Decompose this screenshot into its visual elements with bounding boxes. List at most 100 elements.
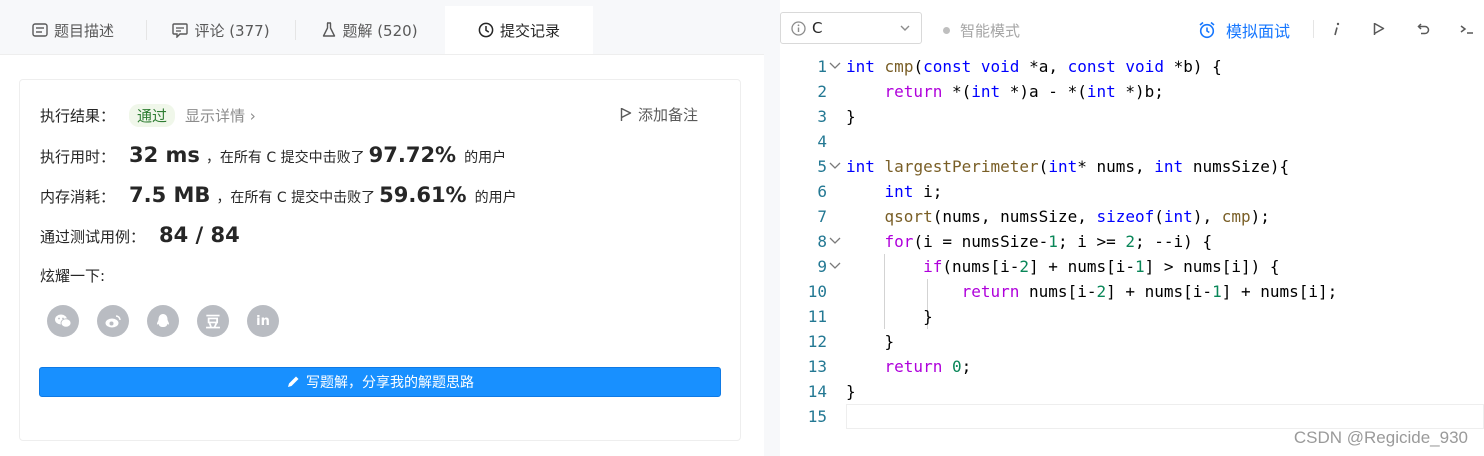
left-panel: 题目描述 评论 (377) 题解 (520) 提交记录 执行结果： 通过 显示详… xyxy=(0,0,764,456)
code-text: } xyxy=(846,307,933,326)
mock-interview-button[interactable]: 模拟面试 xyxy=(1198,18,1290,42)
line-number: 5 xyxy=(817,157,827,176)
code-text: return 0; xyxy=(884,357,972,376)
add-note-button[interactable]: 添加备注 xyxy=(620,104,698,125)
code-line[interactable]: 13 return 0; xyxy=(780,354,1484,379)
code-text: return nums[i-2] + nums[i-1] + nums[i]; xyxy=(961,282,1338,301)
code-line[interactable]: 14} xyxy=(780,379,1484,404)
info-italic-icon[interactable] xyxy=(1325,18,1347,40)
memory-suffix: 的用户 xyxy=(474,190,517,206)
fold-chevron-icon[interactable] xyxy=(829,261,841,271)
status-badge: 通过 xyxy=(129,104,176,127)
code-text: int i; xyxy=(884,182,943,201)
language-value: C xyxy=(812,19,823,37)
douban-glyph: 豆 xyxy=(205,312,221,331)
info-icon xyxy=(791,20,806,36)
tests-value: 84 / 84 xyxy=(159,223,240,247)
console-icon[interactable] xyxy=(1456,18,1478,40)
smart-mode-toggle[interactable]: 智能模式 xyxy=(943,20,1020,41)
code-line[interactable]: 10 return nums[i-2] + nums[i-1] + nums[i… xyxy=(780,279,1484,304)
code-line[interactable]: 11 } xyxy=(780,304,1484,329)
fold-chevron-icon[interactable] xyxy=(829,61,841,71)
code-line[interactable]: 3} xyxy=(780,104,1484,129)
share-buttons: 豆 in xyxy=(47,305,279,337)
code-editor[interactable]: 1 int cmp(const void *a, const void *b) {… xyxy=(780,54,1484,456)
tab-solutions-label: 题解 (520) xyxy=(342,21,418,40)
fold-chevron-icon[interactable] xyxy=(829,236,841,246)
code-text: qsort(nums, numsSize, sizeof(int), cmp); xyxy=(884,207,1270,226)
code-line[interactable]: 9 if(nums[i-2] + nums[i-1] > nums[i]) { xyxy=(780,254,1484,279)
line-number: 3 xyxy=(817,107,827,126)
line-number: 2 xyxy=(817,82,827,101)
code-text: for(i = numsSize-1; i >= 2; --i) { xyxy=(884,232,1213,251)
qq-icon[interactable] xyxy=(147,305,179,337)
code-line[interactable]: 8 for(i = numsSize-1; i >= 2; --i) { xyxy=(780,229,1484,254)
code-text: } xyxy=(846,332,895,351)
code-text: } xyxy=(846,382,856,401)
reset-icon[interactable] xyxy=(1412,18,1434,40)
description-icon xyxy=(32,23,48,37)
memory-row: 内存消耗： 7.5 MB ，在所有 C 提交中击败了 59.61% 的用户 xyxy=(40,183,517,207)
panel-divider[interactable] xyxy=(766,0,780,456)
flask-icon xyxy=(322,22,336,38)
line-number: 7 xyxy=(817,207,827,226)
mock-interview-label: 模拟面试 xyxy=(1226,22,1291,41)
code-text: int largestPerimeter(int* nums, int nums… xyxy=(846,157,1290,176)
language-select[interactable]: C xyxy=(780,12,922,44)
share-label: 炫耀一下: xyxy=(40,267,106,285)
weibo-icon[interactable] xyxy=(97,305,129,337)
line-number: 15 xyxy=(807,407,827,426)
memory-percent: 59.61% xyxy=(379,183,467,207)
wechat-icon[interactable] xyxy=(47,305,79,337)
code-line[interactable]: 2 return *(int *)a - *(int *)b; xyxy=(780,79,1484,104)
code-text: int cmp(const void *a, const void *b) { xyxy=(846,57,1222,76)
douban-icon[interactable]: 豆 xyxy=(197,305,229,337)
write-solution-button[interactable]: 写题解，分享我的解题思路 xyxy=(39,367,721,397)
runtime-suffix: 的用户 xyxy=(464,150,507,166)
smart-mode-label: 智能模式 xyxy=(960,22,1021,40)
fold-chevron-icon[interactable] xyxy=(829,161,841,171)
alarm-clock-icon xyxy=(1198,21,1216,39)
comment-icon xyxy=(172,22,189,38)
code-line[interactable]: 6 int i; xyxy=(780,179,1484,204)
tab-comments[interactable]: 评论 (377) xyxy=(147,6,295,54)
line-number: 6 xyxy=(817,182,827,201)
tab-comments-label: 评论 (377) xyxy=(194,21,270,40)
memory-text: ，在所有 C 提交中击败了 xyxy=(216,190,376,206)
code-line[interactable]: 5 int largestPerimeter(int* nums, int num… xyxy=(780,154,1484,179)
tab-description-label: 题目描述 xyxy=(53,21,114,40)
code-text: if(nums[i-2] + nums[i-1] > nums[i]) { xyxy=(923,257,1280,276)
code-line[interactable]: 12 } xyxy=(780,329,1484,354)
line-number: 8 xyxy=(817,232,827,251)
pencil-icon xyxy=(286,375,300,389)
tab-submissions[interactable]: 提交记录 xyxy=(445,6,593,54)
chevron-down-icon xyxy=(899,22,911,34)
runtime-row: 执行用时： 32 ms ，在所有 C 提交中击败了 97.72% 的用户 xyxy=(40,143,506,167)
editor-panel: C 智能模式 模拟面试 1 int cmp(const void *a, con… xyxy=(780,0,1484,456)
line-number: 14 xyxy=(807,382,827,401)
code-line[interactable]: 1 int cmp(const void *a, const void *b) { xyxy=(780,54,1484,79)
code-line[interactable]: 4 xyxy=(780,129,1484,154)
tab-solutions[interactable]: 题解 (520) xyxy=(296,6,444,54)
code-line[interactable]: 7 qsort(nums, numsSize, sizeof(int), cmp… xyxy=(780,204,1484,229)
show-details-link[interactable]: 显示详情 › xyxy=(185,105,256,126)
runtime-percent: 97.72% xyxy=(368,143,457,167)
code-line[interactable]: 15 xyxy=(780,404,1484,429)
line-number: 12 xyxy=(807,332,827,351)
run-icon[interactable] xyxy=(1368,18,1390,40)
tab-description[interactable]: 题目描述 xyxy=(0,6,146,54)
code-text: } xyxy=(846,107,856,126)
tab-bar: 题目描述 评论 (377) 题解 (520) 提交记录 xyxy=(0,0,764,55)
add-note-label: 添加备注 xyxy=(638,106,699,124)
tab-submissions-label: 提交记录 xyxy=(499,21,560,40)
share-row: 炫耀一下: xyxy=(40,265,105,286)
watermark: CSDN @Regicide_930 xyxy=(1293,428,1468,447)
result-label: 执行结果： xyxy=(40,107,116,125)
editor-toolbar: C 智能模式 模拟面试 xyxy=(780,0,1484,54)
tests-row: 通过测试用例： 84 / 84 xyxy=(40,223,246,247)
write-solution-label: 写题解，分享我的解题思路 xyxy=(306,375,474,391)
linkedin-icon[interactable]: in xyxy=(247,305,279,337)
memory-value: 7.5 MB xyxy=(129,183,211,207)
result-row: 执行结果： 通过 显示详情 › xyxy=(40,104,256,127)
line-number: 4 xyxy=(817,132,827,151)
